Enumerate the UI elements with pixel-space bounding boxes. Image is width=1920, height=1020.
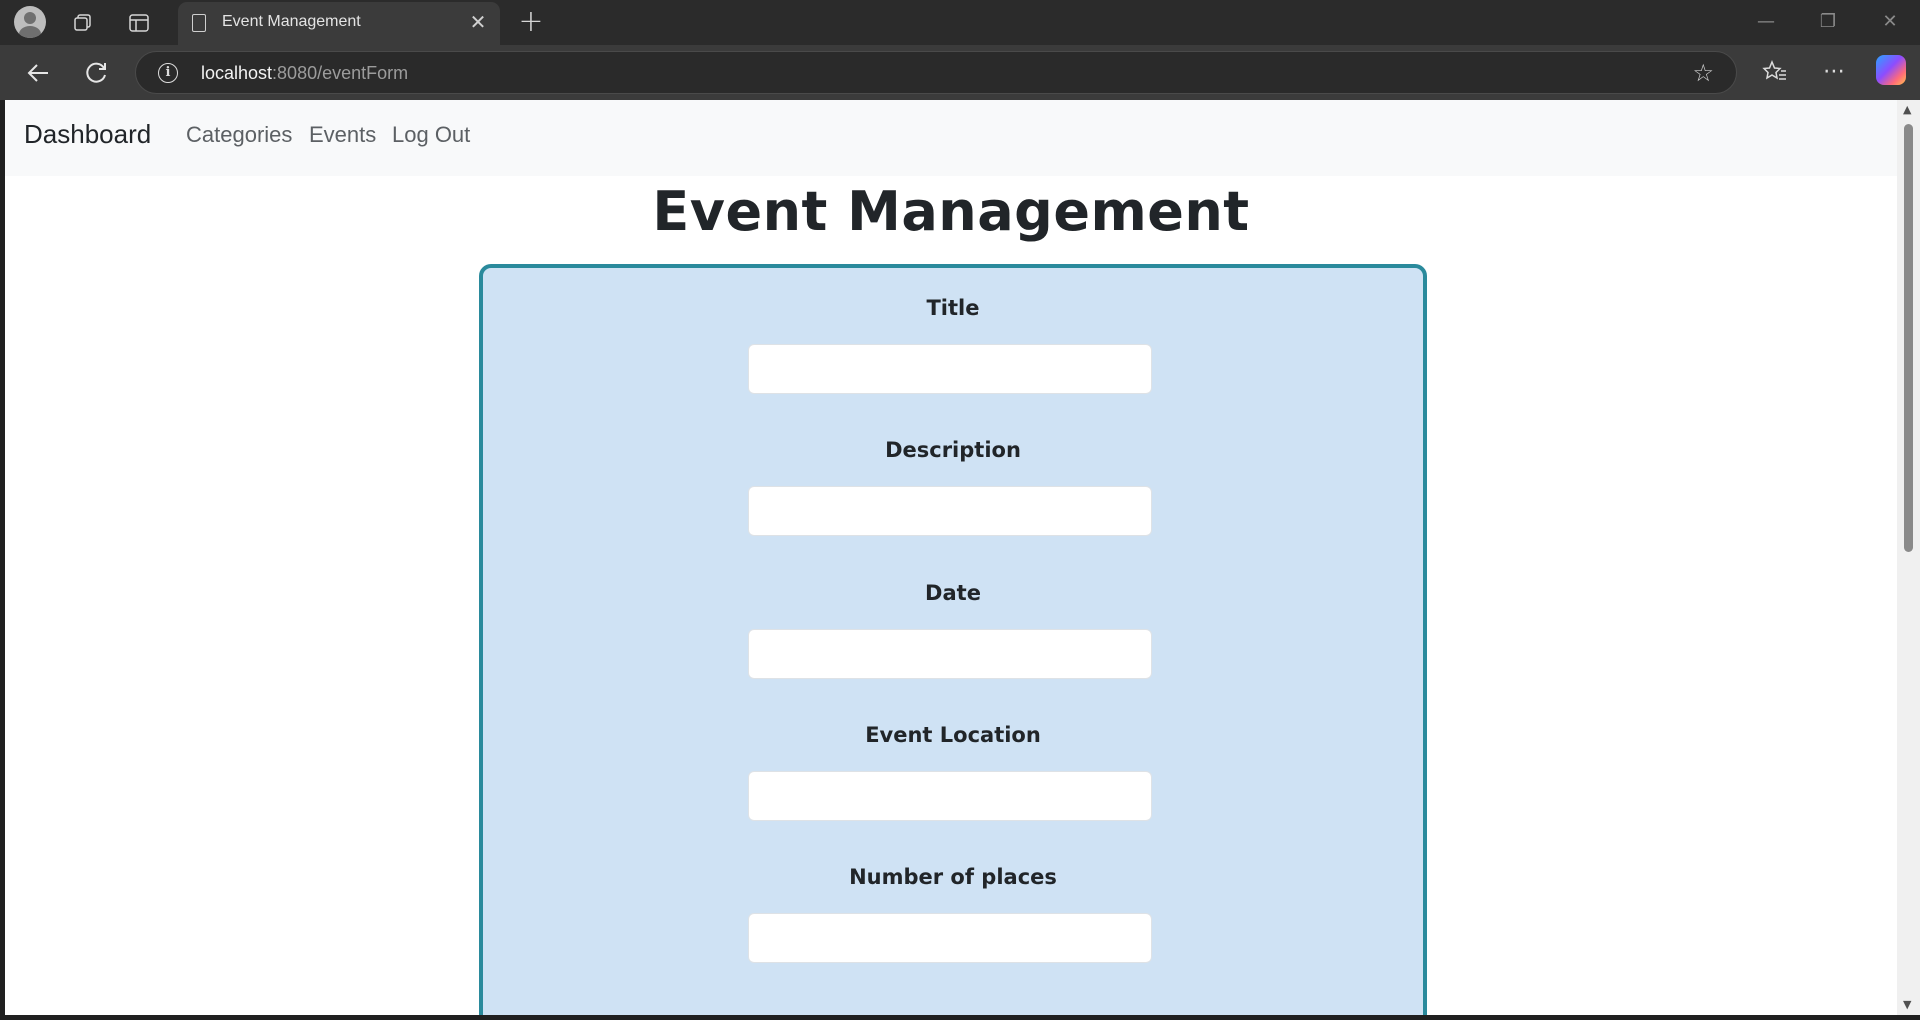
title-label: Title — [926, 296, 980, 320]
back-icon[interactable] — [22, 57, 54, 89]
event-location-input[interactable] — [748, 771, 1152, 821]
navbar-brand-dashboard[interactable]: Dashboard — [24, 119, 151, 150]
description-input[interactable] — [748, 486, 1152, 536]
browser-toolbar: i localhost:8080/eventForm ☆ ⋯ — [0, 45, 1920, 100]
page-scrollbar[interactable]: ▲ ▼ — [1897, 100, 1920, 1015]
site-navbar: Dashboard Categories Events Log Out — [5, 100, 1897, 176]
refresh-icon[interactable] — [81, 57, 113, 89]
new-tab-icon[interactable]: + — [516, 6, 546, 38]
address-bar[interactable]: i localhost:8080/eventForm ☆ — [135, 51, 1737, 94]
favorites-icon[interactable] — [1759, 57, 1791, 94]
nav-link-categories[interactable]: Categories — [186, 122, 292, 148]
scroll-down-arrow-icon[interactable]: ▼ — [1903, 999, 1911, 1011]
restore-icon[interactable]: ❐ — [1808, 8, 1848, 36]
number-of-places-label: Number of places — [849, 865, 1057, 889]
document-icon — [192, 14, 206, 32]
nav-link-events[interactable]: Events — [309, 122, 376, 148]
minimize-icon[interactable]: — — [1746, 8, 1786, 36]
event-form: Title Description Date Event Location Nu… — [479, 264, 1427, 1015]
browser-titlebar: Event Management ✕ + — ❐ ✕ — [0, 0, 1920, 45]
profile-avatar-icon[interactable] — [14, 6, 46, 38]
active-tab[interactable]: Event Management ✕ — [178, 2, 500, 45]
scroll-up-arrow-icon[interactable]: ▲ — [1903, 104, 1911, 116]
url-text[interactable]: localhost:8080/eventForm — [201, 63, 408, 84]
more-options-icon[interactable]: ⋯ — [1818, 57, 1850, 87]
tab-title: Event Management — [222, 13, 361, 30]
nav-link-logout[interactable]: Log Out — [392, 122, 470, 148]
title-input[interactable] — [748, 344, 1152, 394]
date-input[interactable] — [748, 629, 1152, 679]
scrollbar-thumb[interactable] — [1904, 124, 1913, 552]
close-window-icon[interactable]: ✕ — [1870, 8, 1910, 36]
favorite-star-icon[interactable]: ☆ — [1692, 59, 1714, 87]
workspaces-icon[interactable] — [68, 8, 98, 38]
vertical-tabs-icon[interactable] — [124, 8, 154, 38]
description-label: Description — [885, 438, 1021, 462]
page-title: Event Management — [652, 180, 1250, 243]
tab-close-icon[interactable]: ✕ — [466, 10, 490, 34]
window-bottom-edge — [0, 1015, 1920, 1020]
url-host: localhost — [201, 63, 273, 83]
copilot-icon[interactable] — [1876, 55, 1906, 85]
number-of-places-input[interactable] — [748, 913, 1152, 963]
date-label: Date — [925, 581, 981, 605]
event-location-label: Event Location — [865, 723, 1041, 747]
page-viewport: Dashboard Categories Events Log Out Even… — [5, 100, 1897, 1015]
url-path: :8080/eventForm — [272, 63, 409, 83]
site-info-icon[interactable]: i — [158, 63, 178, 83]
